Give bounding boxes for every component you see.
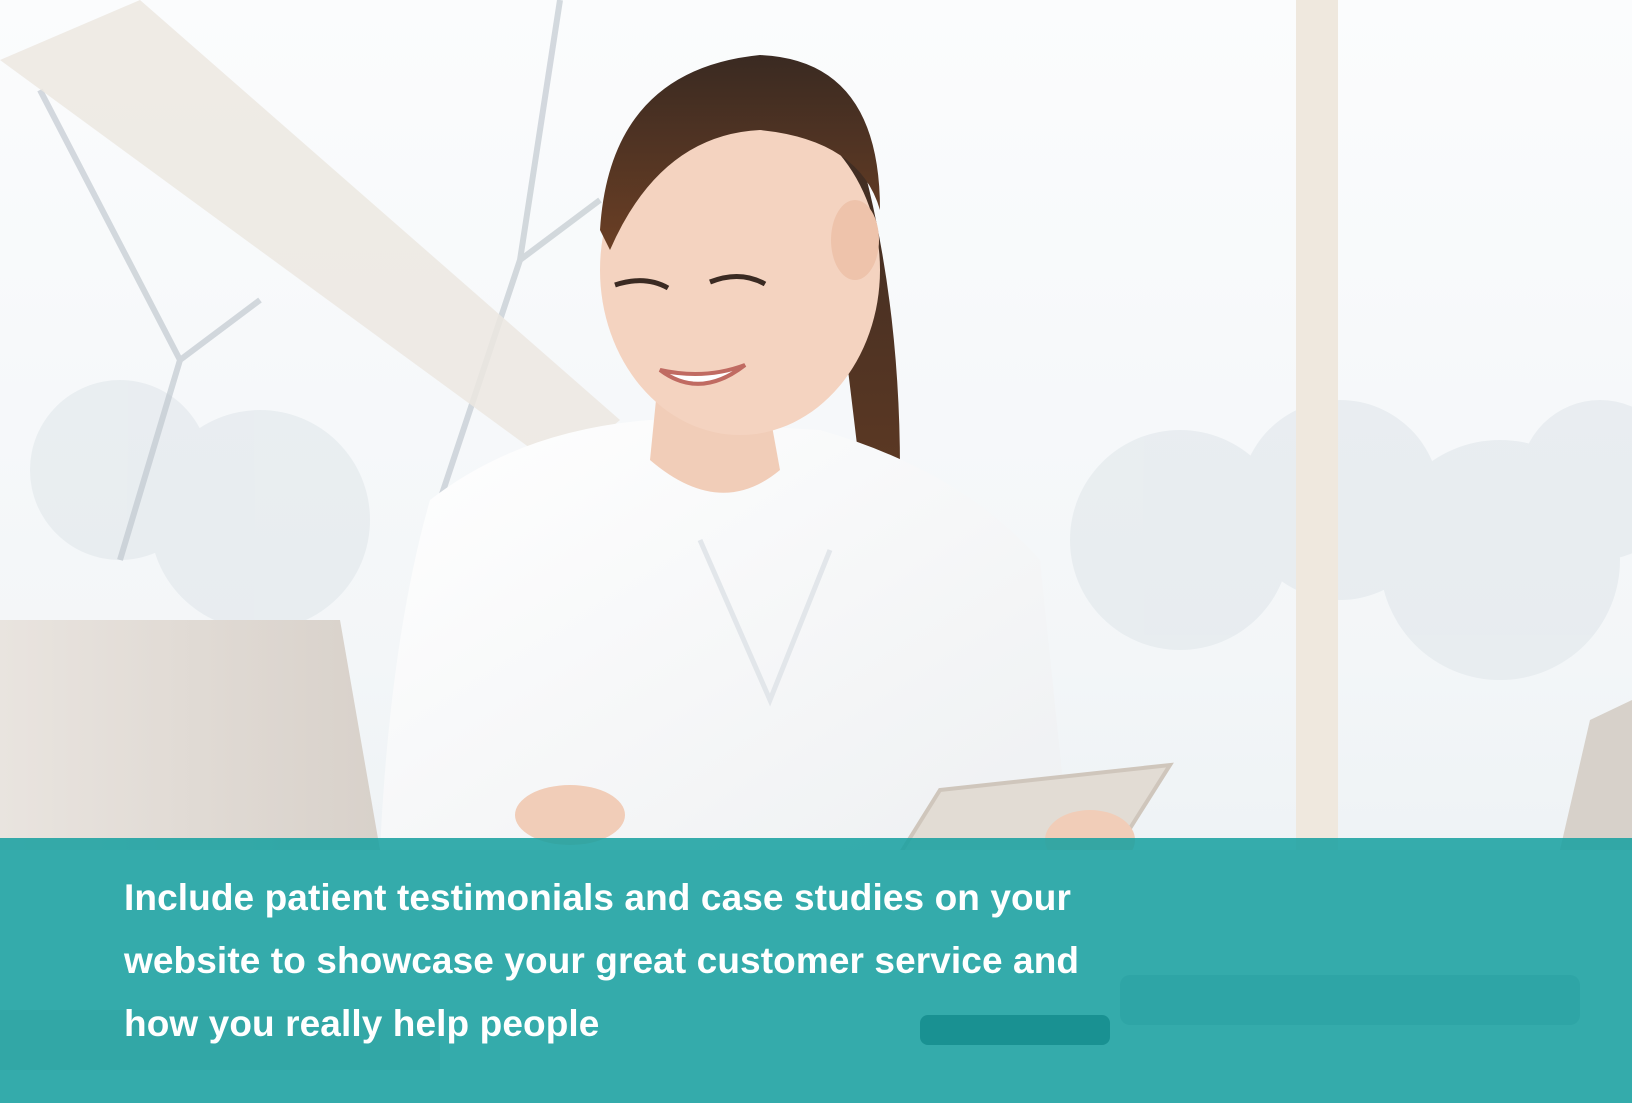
caption-text: Include patient testimonials and case st… — [124, 877, 1080, 1044]
window-post — [1296, 0, 1338, 850]
ear — [831, 200, 879, 280]
hero-stage: Include patient testimonials and case st… — [0, 0, 1632, 1103]
hand-left — [515, 785, 625, 845]
laptop-left — [0, 620, 380, 850]
